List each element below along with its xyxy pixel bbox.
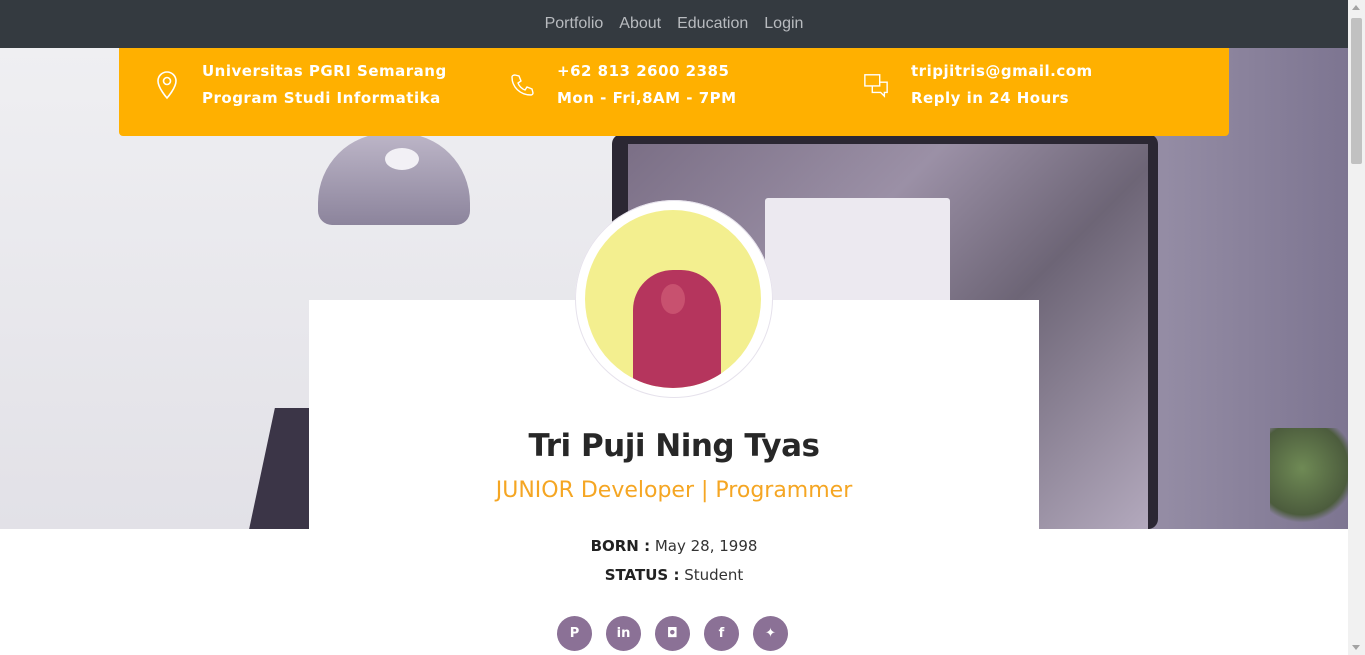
contact-info-bar: Universitas PGRI Semarang Program Studi … <box>119 48 1229 136</box>
map-pin-icon <box>154 70 180 100</box>
social-links: P in ◘ f ✦ <box>557 616 788 651</box>
born-value: May 28, 1998 <box>654 537 758 555</box>
contact-email-line2: Reply in 24 Hours <box>911 89 1070 107</box>
pinterest-icon[interactable]: P <box>557 616 592 651</box>
nav-education[interactable]: Education <box>677 15 748 33</box>
hero-lamp-bulb <box>385 148 419 170</box>
status-value: Student <box>684 566 744 584</box>
profile-name: Tri Puji Ning Tyas <box>528 428 820 464</box>
linkedin-icon[interactable]: in <box>606 616 641 651</box>
status-label: STATUS : <box>604 566 680 584</box>
nav-about[interactable]: About <box>619 15 661 33</box>
born-label: BORN : <box>590 537 651 555</box>
hero-plant <box>1270 428 1348 529</box>
scroll-up-arrow-icon[interactable] <box>1352 5 1360 10</box>
contact-email-line1[interactable]: tripjitris@gmail.com <box>911 58 1093 85</box>
avatar <box>575 200 773 398</box>
page-scrollbar[interactable] <box>1348 0 1365 655</box>
top-navbar: Portfolio About Education Login <box>0 0 1348 48</box>
avatar-face <box>661 284 685 314</box>
contact-phone: +62 813 2600 2385 Mon - Fri,8AM - 7PM <box>509 58 737 112</box>
contact-location-line1: Universitas PGRI Semarang <box>202 62 447 80</box>
scroll-down-arrow-icon[interactable] <box>1352 645 1360 650</box>
scrollbar-thumb[interactable] <box>1351 18 1362 164</box>
contact-phone-line2: Mon - Fri,8AM - 7PM <box>557 89 737 107</box>
phone-icon <box>509 70 535 100</box>
contact-location-line2: Program Studi Informatika <box>202 89 441 107</box>
nav-portfolio[interactable]: Portfolio <box>545 15 604 33</box>
avatar-photo <box>585 210 761 388</box>
profile-born: BORN : May 28, 1998 <box>309 537 1039 555</box>
facebook-icon[interactable]: f <box>704 616 739 651</box>
nav-login[interactable]: Login <box>764 15 803 33</box>
contact-location: Universitas PGRI Semarang Program Studi … <box>154 58 447 112</box>
instagram-icon[interactable]: ◘ <box>655 616 690 651</box>
contact-phone-line1: +62 813 2600 2385 <box>557 62 730 80</box>
contact-email: tripjitris@gmail.com Reply in 24 Hours <box>863 58 1093 112</box>
profile-role: JUNIOR Developer | Programmer <box>495 478 853 503</box>
profile-status: STATUS : Student <box>309 566 1039 584</box>
chat-icon <box>863 70 889 100</box>
twitter-icon[interactable]: ✦ <box>753 616 788 651</box>
